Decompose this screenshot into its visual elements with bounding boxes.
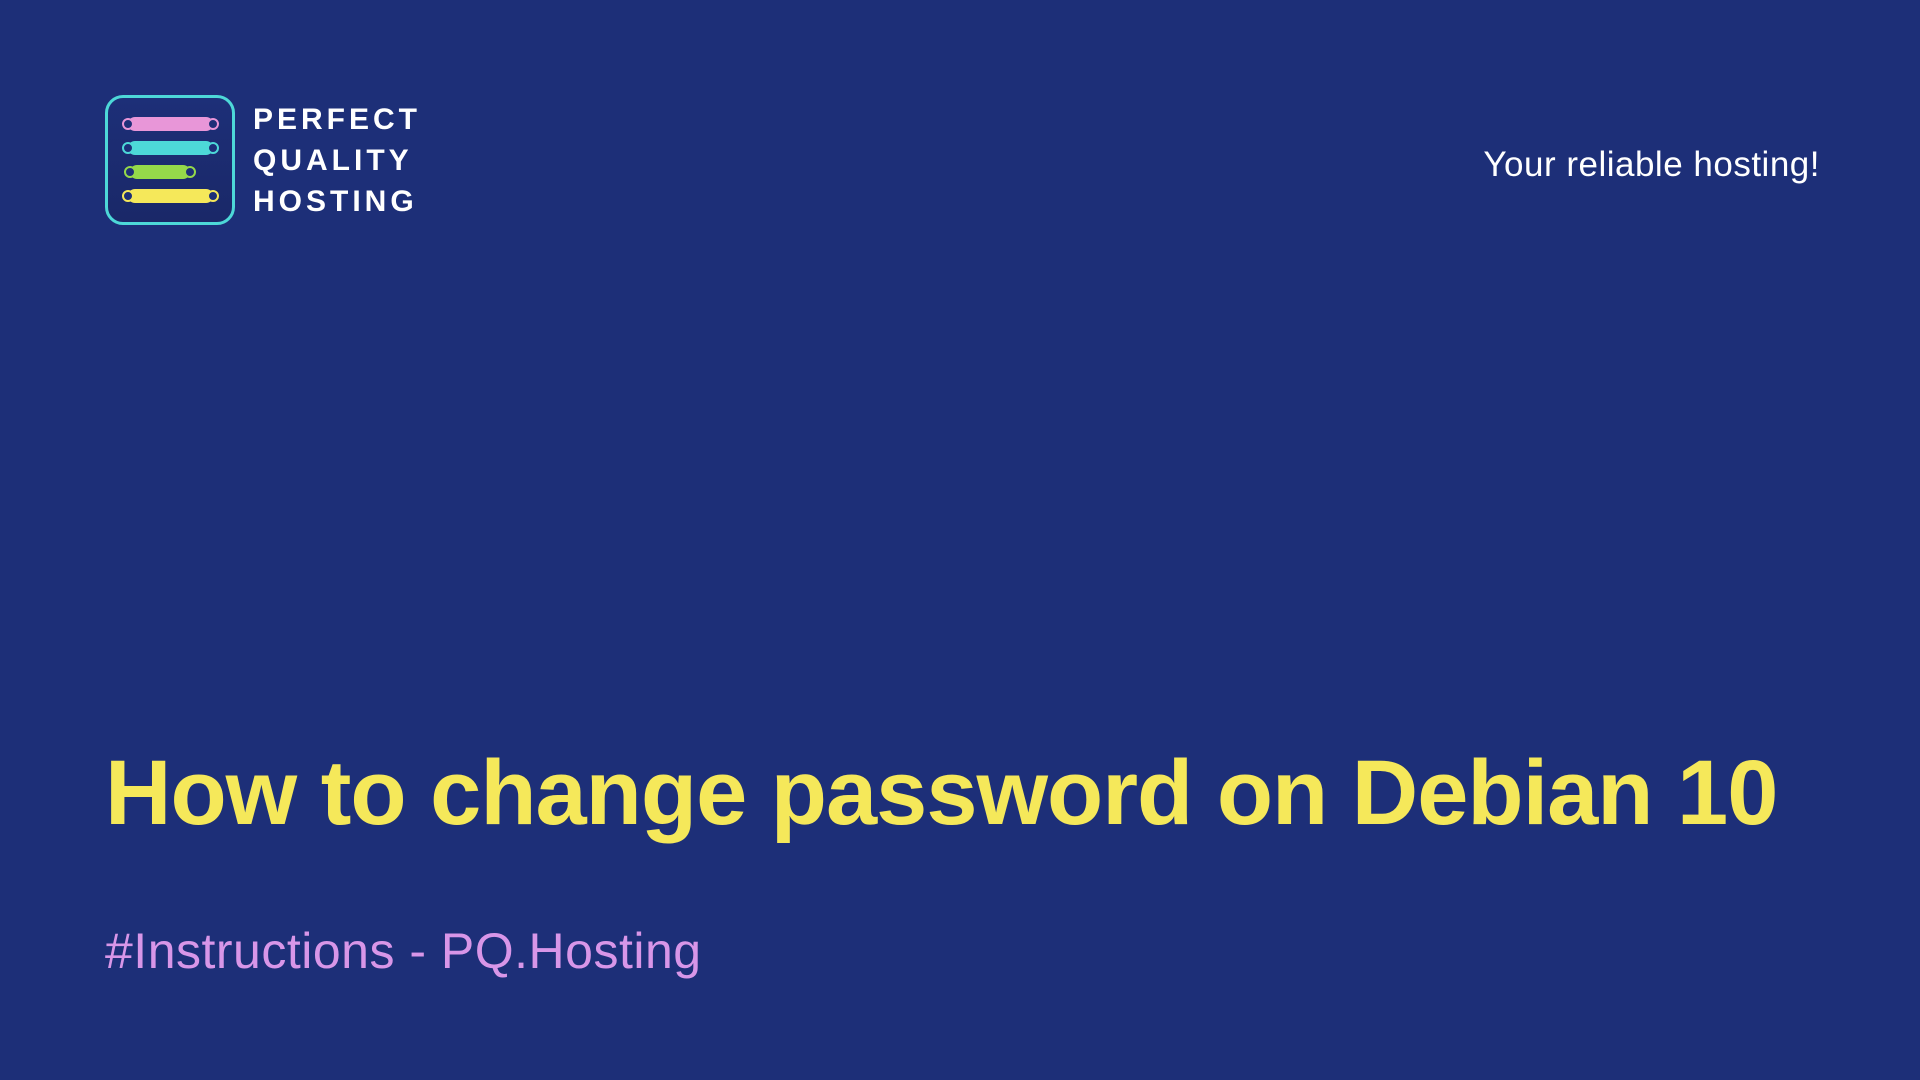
logo-bar-icon bbox=[128, 189, 213, 203]
logo-text: PERFECT QUALITY HOSTING bbox=[253, 100, 421, 221]
logo: PERFECT QUALITY HOSTING bbox=[105, 95, 421, 225]
page-title: How to change password on Debian 10 bbox=[105, 741, 1820, 847]
logo-text-line-3: HOSTING bbox=[253, 182, 421, 221]
logo-text-line-1: PERFECT bbox=[253, 100, 421, 139]
logo-bar-icon bbox=[130, 165, 190, 179]
logo-icon bbox=[105, 95, 235, 225]
logo-bar-icon bbox=[128, 141, 213, 155]
content: How to change password on Debian 10 #Ins… bbox=[105, 741, 1820, 980]
logo-text-line-2: QUALITY bbox=[253, 141, 421, 180]
tagline: Your reliable hosting! bbox=[1483, 145, 1820, 185]
subtitle: #Instructions - PQ.Hosting bbox=[105, 922, 1820, 980]
header: PERFECT QUALITY HOSTING Your reliable ho… bbox=[0, 0, 1920, 225]
logo-bar-icon bbox=[128, 117, 213, 131]
